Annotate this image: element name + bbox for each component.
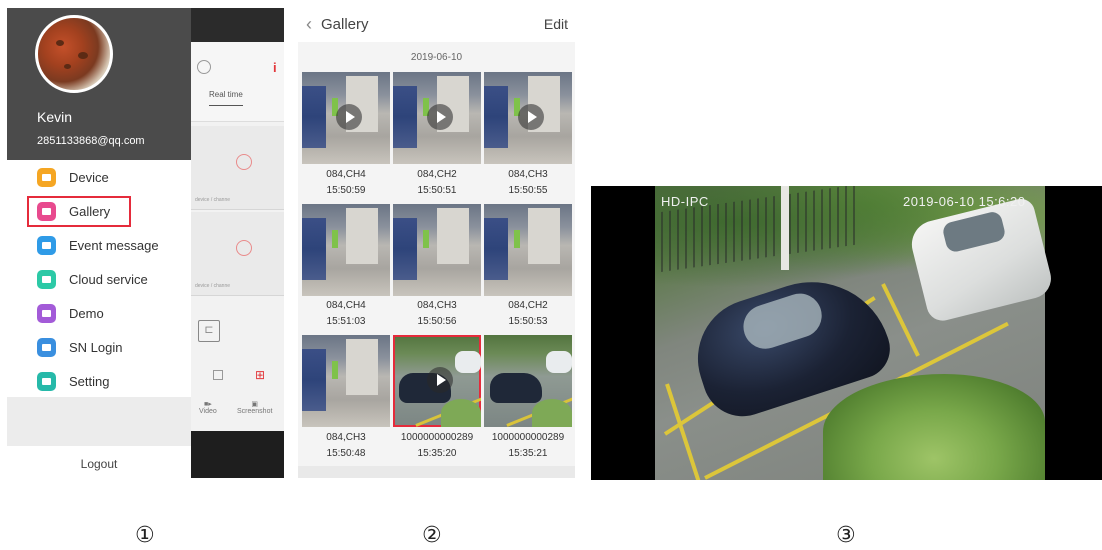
screenshot-tool-button[interactable]: ▣ Screenshot [237, 400, 272, 415]
background-live-view: i Real time device / channe device / cha… [191, 8, 284, 478]
thumbnail-name: 084,CH3 [326, 432, 366, 443]
thumbnail-time: 15:50:53 [508, 316, 548, 327]
video-tool-button[interactable]: ■▸ Video [199, 400, 217, 415]
thumbnail-time: 15:50:48 [326, 448, 366, 459]
sn-login-icon [37, 338, 56, 357]
chevron-left-icon[interactable]: ‹ [306, 14, 312, 35]
gallery-thumbnail[interactable] [302, 335, 390, 427]
gallery-thumbnail[interactable] [484, 335, 572, 427]
palm-tree [823, 374, 1045, 480]
gallery-highlight-box [27, 196, 131, 227]
camera-icon [236, 154, 252, 170]
play-icon[interactable] [336, 104, 362, 130]
gallery-header: ‹ Gallery Edit [298, 8, 575, 42]
thumbnail-time: 15:50:51 [417, 185, 457, 196]
gallery-thumbnail[interactable] [393, 204, 481, 296]
date-header: 2019-06-10 [410, 52, 463, 63]
thumbnail-name: 084,CH2 [508, 300, 548, 311]
thumbnail-time: 15:51:03 [326, 316, 366, 327]
tab-real-time[interactable]: Real time [209, 90, 243, 106]
gallery-thumbnail[interactable] [302, 204, 390, 296]
user-email: 2851133868@qq.com [37, 135, 145, 147]
gallery-thumbnail[interactable] [302, 72, 390, 164]
video-frame [655, 186, 1056, 480]
menu-item-event-message[interactable]: Event message [27, 231, 159, 261]
play-icon[interactable] [427, 367, 453, 393]
menu-item-sn-login[interactable]: SN Login [27, 333, 137, 363]
thumbnail-name: 1000000000289 [400, 432, 474, 443]
profile-header: Kevin 2851133868@qq.com [7, 8, 191, 160]
menu-item-device[interactable]: Device [27, 163, 137, 193]
thumbnail-time: 15:35:20 [417, 448, 457, 459]
thumbnail-name: 084,CH4 [326, 300, 366, 311]
osd-camera-label: HD-IPC [661, 194, 709, 209]
folder-icon[interactable]: ⊏ [198, 320, 220, 342]
cloud-icon [37, 270, 56, 289]
camera-card[interactable]: device / channe [191, 212, 284, 296]
menu-item-setting[interactable]: Setting [27, 367, 137, 397]
brand-logo: i [273, 60, 277, 75]
gallery-thumbnail[interactable] [484, 204, 572, 296]
thumbnail-time: 15:50:59 [326, 185, 366, 196]
thumbnail-time: 15:50:55 [508, 185, 548, 196]
thumbnail-name: 084,CH4 [326, 169, 366, 180]
drawer-screen: i Real time device / channe device / cha… [7, 8, 284, 478]
thumbnail-name: 084,CH3 [508, 169, 548, 180]
step-number-3: ③ [836, 522, 856, 547]
thumbnail-name: 1000000000289 [491, 432, 565, 443]
user-icon [197, 60, 211, 74]
device-icon [37, 168, 56, 187]
page-title: Gallery [321, 16, 369, 33]
menu-item-cloud-service[interactable]: Cloud service [27, 265, 148, 295]
gallery-thumbnail[interactable] [484, 72, 572, 164]
step-number-1: ① [135, 522, 155, 547]
step-number-2: ② [422, 522, 442, 547]
avatar[interactable] [35, 15, 113, 93]
user-name: Kevin [37, 109, 73, 125]
logout-button[interactable]: Logout [7, 457, 191, 471]
osd-timestamp: 2019-06-10 15:6:20 [903, 194, 1026, 209]
video-icon: ■▸ [204, 401, 212, 408]
thumbnail-time: 15:35:21 [508, 448, 548, 459]
thumbnail-name: 084,CH2 [417, 169, 457, 180]
grid-view-icon[interactable]: ⊞ [255, 369, 266, 381]
play-icon[interactable] [518, 104, 544, 130]
side-drawer: Kevin 2851133868@qq.com Device Gallery E… [7, 8, 191, 478]
thumbnail-name: 084,CH3 [417, 300, 457, 311]
screenshot-icon: ▣ [251, 401, 259, 408]
video-player[interactable]: HD-IPC 2019-06-10 15:6:20 [591, 186, 1102, 480]
menu-item-demo[interactable]: Demo [27, 299, 137, 329]
gallery-thumbnail[interactable] [393, 72, 481, 164]
camera-icon [236, 240, 252, 256]
camera-card[interactable]: device / channe [191, 126, 284, 210]
thumbnail-time: 15:50:56 [417, 316, 457, 327]
single-view-icon[interactable] [213, 370, 223, 380]
play-icon[interactable] [427, 104, 453, 130]
edit-button[interactable]: Edit [544, 16, 568, 32]
event-message-icon [37, 236, 56, 255]
gallery-thumbnail-selected[interactable] [393, 335, 481, 427]
demo-icon [37, 304, 56, 323]
setting-icon [37, 372, 56, 391]
gallery-screen: ‹ Gallery Edit 2019-06-10 084,CH4 15:50:… [298, 8, 575, 478]
